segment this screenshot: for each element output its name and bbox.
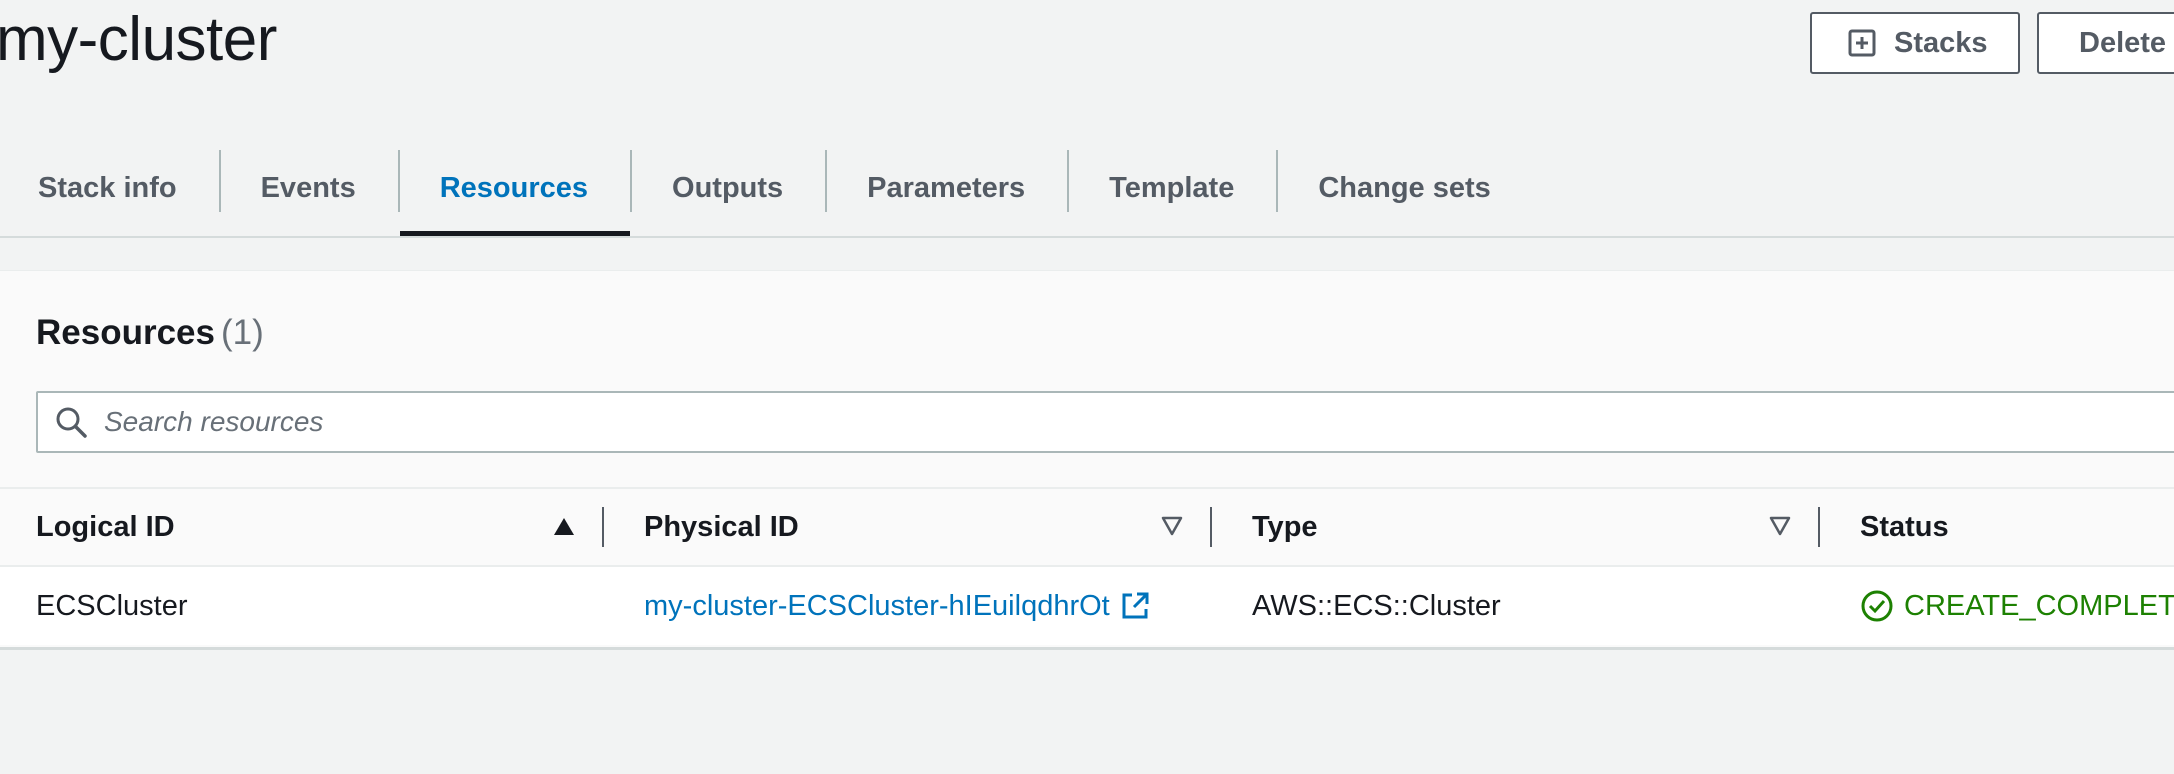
tab-label: Resources [439, 171, 589, 204]
status-success-icon [1860, 589, 1894, 623]
column-resizer[interactable] [1210, 507, 1212, 547]
tab-label: Parameters [867, 171, 1026, 204]
sort-descending-outline-icon[interactable] [1768, 515, 1792, 537]
cell-status: CREATE_COMPLETE [1860, 567, 2174, 645]
tab-template[interactable]: Template [1067, 140, 1276, 236]
resources-count: (1) [220, 313, 264, 352]
tab-parameters[interactable]: Parameters [825, 140, 1067, 236]
tabs-divider [0, 236, 2174, 238]
status-indicator: CREATE_COMPLETE [1860, 589, 2174, 623]
external-link-icon [1120, 591, 1150, 621]
tab-label: Template [1109, 171, 1235, 204]
sort-ascending-icon[interactable] [552, 515, 576, 537]
add-plus-square-icon [1848, 29, 1876, 57]
resources-title: Resources [36, 313, 215, 352]
stack-tabs: Stack info Events Resources Outputs Para… [0, 140, 2174, 236]
column-header-physical-id[interactable]: Physical ID [644, 489, 799, 565]
page-title: my-cluster [0, 5, 277, 74]
cell-physical-id: my-cluster-ECSCluster-hIEuilqdhrOt [644, 567, 1150, 645]
delete-button[interactable]: Delete [2037, 12, 2174, 74]
column-header-type[interactable]: Type [1252, 489, 1318, 565]
tab-label: Outputs [672, 171, 784, 204]
resources-table: Logical ID Physical ID Type Status ECSCl… [0, 487, 2174, 645]
tab-events[interactable]: Events [218, 140, 398, 236]
search-icon [54, 405, 88, 439]
tab-label: Stack info [38, 171, 177, 204]
physical-id-text: my-cluster-ECSCluster-hIEuilqdhrOt [644, 589, 1110, 622]
stacks-button-label: Stacks [1894, 26, 1988, 59]
resources-panel: Resources(1) Logical ID Physical ID Type [0, 270, 2174, 650]
search-box[interactable] [36, 391, 2174, 453]
status-text: CREATE_COMPLETE [1904, 589, 2174, 622]
search-input[interactable] [102, 393, 2006, 451]
tab-label: Change sets [1318, 171, 1491, 204]
sort-descending-outline-icon[interactable] [1160, 515, 1184, 537]
cell-type: AWS::ECS::Cluster [1252, 589, 1501, 622]
resources-heading: Resources (1) [36, 313, 264, 353]
column-header-logical-id[interactable]: Logical ID [36, 489, 175, 565]
delete-button-label: Delete [2079, 26, 2167, 59]
physical-id-link[interactable]: my-cluster-ECSCluster-hIEuilqdhrOt [644, 590, 1150, 623]
table-header: Logical ID Physical ID Type Status [0, 487, 2174, 567]
tab-outputs[interactable]: Outputs [630, 140, 825, 236]
column-header-status[interactable]: Status [1860, 489, 1949, 565]
table-row: ECSCluster my-cluster-ECSCluster-hIEuilq… [0, 567, 2174, 645]
cell-logical-id: ECSCluster [36, 589, 188, 622]
tab-stack-info[interactable]: Stack info [0, 140, 219, 236]
column-resizer[interactable] [602, 507, 604, 547]
tab-change-sets[interactable]: Change sets [1276, 140, 1532, 236]
tab-label: Events [260, 171, 356, 204]
stacks-button[interactable]: Stacks [1810, 12, 2020, 74]
tab-resources[interactable]: Resources [397, 140, 631, 236]
column-resizer[interactable] [1818, 507, 1820, 547]
